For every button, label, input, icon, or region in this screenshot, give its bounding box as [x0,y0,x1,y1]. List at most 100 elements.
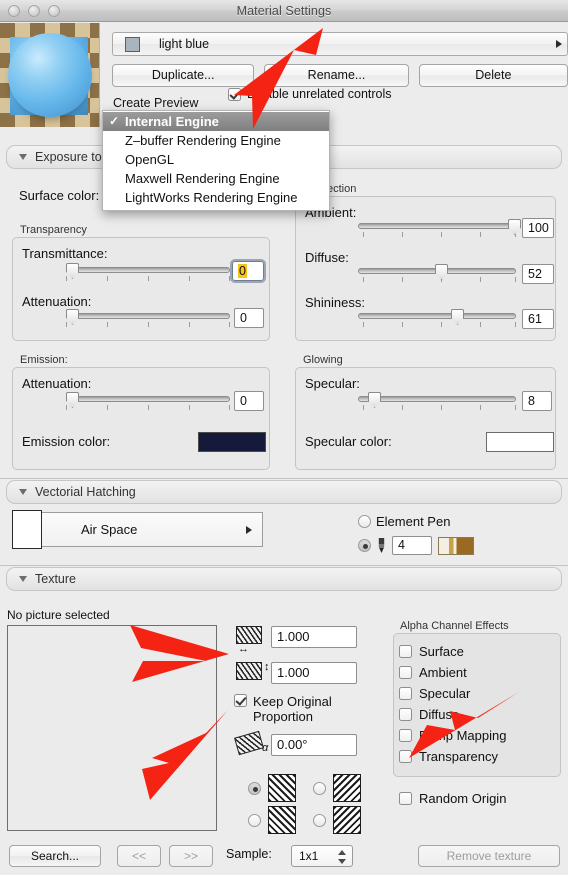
disable-unrelated-checkbox[interactable] [228,87,241,101]
texture-angle-field[interactable]: 0.00° [271,734,357,756]
specular-slider-track[interactable] [358,396,516,402]
alpha-item-specular[interactable]: Specular [399,683,557,704]
emission-color-well[interactable] [198,432,266,452]
keep-original-proportion-row[interactable]: Keep Original Proportion [234,694,359,724]
sample-size-select[interactable]: 1x1 [291,845,353,867]
transparency-attenuation-label: Attenuation: [22,294,92,309]
hatch-pattern-combo[interactable]: Air Space [36,512,263,547]
diffuse-value-field[interactable]: 52 [522,264,554,284]
ambient-slider-track[interactable] [358,223,516,229]
sample-size-value: 1x1 [299,849,319,863]
transparency-attenuation-track[interactable] [66,313,230,319]
disclosure-triangle-icon [19,154,27,160]
menu-item-lightworks-engine[interactable]: LightWorks Rendering Engine [103,188,329,207]
alpha-surface-label: Surface [419,644,464,659]
custom-pen-radio[interactable] [358,539,371,552]
vertical-arrow-icon: ↕ [264,661,270,673]
duplicate-button[interactable]: Duplicate... [112,64,255,87]
alpha-ambient-checkbox[interactable] [399,666,412,679]
disable-unrelated-controls-row[interactable]: Disable unrelated controls [228,87,392,101]
hatching-section-header[interactable]: Vectorial Hatching [6,480,562,504]
pen-width-field[interactable]: 4 [392,536,432,555]
menu-item-zbuffer-engine[interactable]: Z–buffer Rendering Engine [103,131,329,150]
checkmark-icon: ✓ [109,114,120,128]
transmittance-value-field[interactable]: 0 [230,259,266,283]
hatch-pattern-swatch [12,510,42,549]
menu-item-internal-engine[interactable]: ✓ Internal Engine [103,112,329,131]
alpha-item-transparency[interactable]: Transparency [399,746,557,767]
tiling-radio-mirror-both[interactable] [248,781,261,795]
specular-color-well[interactable] [486,432,554,452]
previous-button[interactable]: << [117,845,161,867]
disclosure-triangle-icon [19,489,27,495]
emission-attenuation-value[interactable]: 0 [234,391,264,411]
alpha-diffuse-checkbox[interactable] [399,708,412,721]
hatch-pattern-label: Air Space [81,522,138,537]
sample-label: Sample: [226,847,272,861]
tiling-radio-no-mirror[interactable] [313,813,326,827]
menu-item-maxwell-engine[interactable]: Maxwell Rendering Engine [103,169,329,188]
emission-attenuation-track[interactable] [66,396,230,402]
tiling-radio-mirror-vertical[interactable] [248,813,261,827]
ambient-slider-ticks [358,232,516,237]
remove-texture-button[interactable]: Remove texture [418,845,560,867]
tiling-radio-mirror-horizontal[interactable] [313,781,326,795]
rename-button[interactable]: Rename... [264,64,409,87]
tiling-option-mirror-vertical[interactable] [248,806,296,834]
stepper-arrows-icon[interactable] [338,849,347,865]
shininess-slider-ticks [358,322,516,327]
transmittance-slider-track[interactable] [66,267,230,273]
transparency-attenuation-value[interactable]: 0 [234,308,264,328]
tiling-icon-no-mirror [333,806,361,834]
disclosure-triangle-icon [19,576,27,582]
next-button[interactable]: >> [169,845,213,867]
menu-item-label: LightWorks Rendering Engine [125,190,298,205]
ambient-value-field[interactable]: 100 [522,218,554,238]
emission-color-label: Emission color: [22,434,111,449]
alpha-item-ambient[interactable]: Ambient [399,662,557,683]
shininess-slider-track[interactable] [358,313,516,319]
texture-width-icon [236,626,262,644]
texture-section-title: Texture [35,572,76,586]
element-pen-row[interactable]: Element Pen [358,514,450,529]
tiling-icon-mirror-horizontal [333,774,361,802]
tiling-option-mirror-both[interactable] [248,774,296,802]
alpha-transparency-checkbox[interactable] [399,750,412,763]
transmittance-label: Transmittance: [22,246,108,261]
alpha-bump-mapping-checkbox[interactable] [399,729,412,742]
alpha-item-surface[interactable]: Surface [399,641,557,662]
menu-item-label: Maxwell Rendering Engine [125,171,280,186]
search-button[interactable]: Search... [9,845,101,867]
tiling-option-no-mirror[interactable] [313,806,361,834]
window-titlebar: Material Settings [0,0,568,22]
element-pen-radio[interactable] [358,515,371,528]
texture-section-header[interactable]: Texture [6,567,562,591]
delete-button[interactable]: Delete [418,64,568,87]
alpha-item-diffuse[interactable]: Diffuse [399,704,557,725]
emission-group-label: Emission: [20,354,68,366]
keep-original-proportion-checkbox[interactable] [234,694,247,707]
alpha-item-bump-mapping[interactable]: Bump Mapping [399,725,557,746]
material-preview-thumbnail[interactable] [0,23,100,127]
alpha-specular-checkbox[interactable] [399,687,412,700]
random-origin-checkbox[interactable] [399,792,412,805]
transparency-group-label: Transparency [20,224,87,236]
shininess-value-field[interactable]: 61 [522,309,554,329]
material-select-combo[interactable]: light blue [112,32,568,56]
chevron-right-icon [246,525,252,534]
keep-original-proportion-label: Keep Original Proportion [253,694,332,724]
pen-nib-icon [378,538,385,553]
random-origin-row[interactable]: Random Origin [399,791,506,806]
tiling-option-mirror-horizontal[interactable] [313,774,361,802]
material-color-swatch [125,36,140,52]
alpha-diffuse-label: Diffuse [419,707,460,722]
specular-value-field[interactable]: 8 [522,391,552,411]
texture-height-field[interactable]: 1.000 [271,662,357,684]
custom-pen-row[interactable]: 4 [358,536,474,555]
texture-width-field[interactable]: 1.000 [271,626,357,648]
pen-color-swatch[interactable] [438,536,474,555]
texture-preview-box[interactable] [7,625,217,831]
menu-item-opengl[interactable]: OpenGL [103,150,329,169]
render-engine-menu[interactable]: ✓ Internal Engine Z–buffer Rendering Eng… [102,110,330,211]
alpha-surface-checkbox[interactable] [399,645,412,658]
